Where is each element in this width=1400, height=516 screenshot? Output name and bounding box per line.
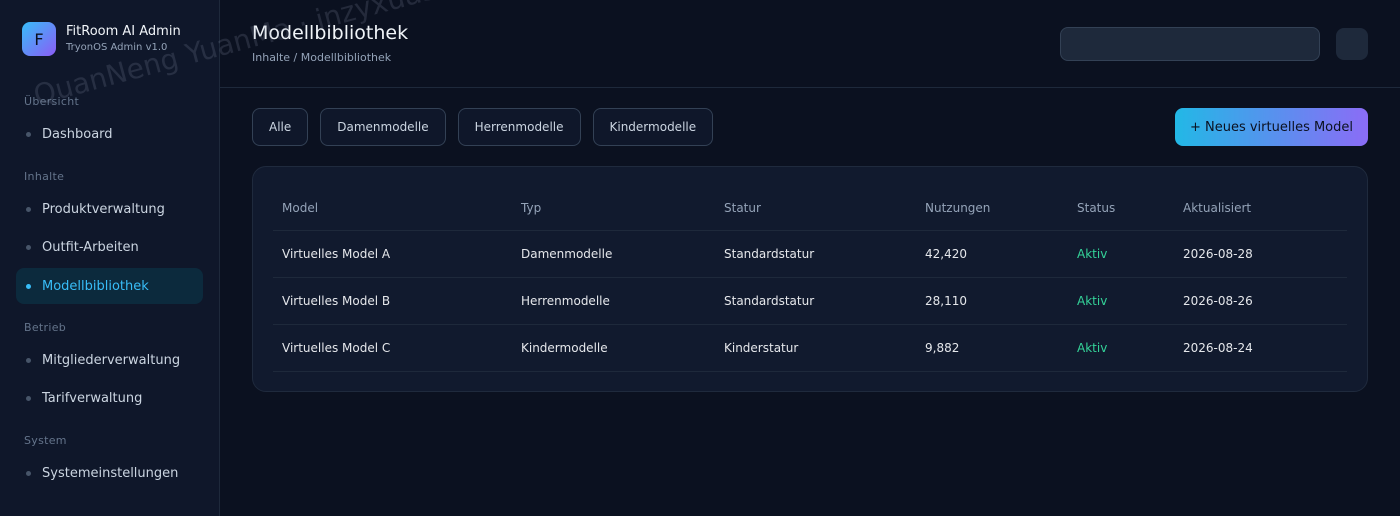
brand-logo: F (22, 22, 56, 56)
table-header-row: Model Typ Statur Nutzungen Status Aktual… (273, 185, 1347, 231)
bullet-icon (26, 206, 31, 212)
sidebar-item-systemeinstellungen[interactable]: Systemeinstellungen (16, 455, 203, 491)
sidebar-item-label: Tarifverwaltung (42, 390, 143, 406)
brand-name: FitRoom AI Admin (66, 24, 181, 39)
column-header-typ: Typ (521, 200, 542, 215)
cell-typ: Damenmodelle (521, 247, 613, 261)
bullet-icon (26, 283, 31, 289)
cell-nutzungen: 9,882 (925, 341, 960, 355)
cell-statur: Standardstatur (724, 247, 815, 261)
cell-model: Virtuelles Model B (282, 294, 391, 308)
status-badge: Aktiv (1077, 294, 1108, 308)
column-header-nutzungen: Nutzungen (925, 200, 991, 215)
page-header: Modellbibliothek Inhalte / Modellbibliot… (220, 0, 1400, 88)
column-header-status: Status (1077, 200, 1116, 215)
column-header-statur: Statur (724, 200, 761, 215)
filter-damenmodelle[interactable]: Damenmodelle (320, 108, 446, 146)
cell-statur: Standardstatur (724, 294, 815, 308)
cell-typ: Kindermodelle (521, 341, 608, 355)
sidebar-item-produktverwaltung[interactable]: Produktverwaltung (16, 191, 203, 227)
sidebar-item-label: Dashboard (42, 126, 113, 142)
cell-model: Virtuelles Model A (282, 247, 391, 261)
cell-typ: Herrenmodelle (521, 294, 610, 308)
cell-aktualisiert: 2026-08-28 (1183, 247, 1253, 261)
sidebar-item-tarifverwaltung[interactable]: Tarifverwaltung (16, 380, 203, 416)
sidebar-item-label: Modellbibliothek (42, 278, 149, 294)
filter-herrenmodelle[interactable]: Herrenmodelle (457, 108, 581, 146)
model-table-card: Model Typ Statur Nutzungen Status Aktual… (252, 166, 1368, 392)
cell-aktualisiert: 2026-08-26 (1183, 294, 1253, 308)
sidebar-item-outfit-arbeiten[interactable]: Outfit-Arbeiten (16, 229, 203, 265)
filter-kindermodelle[interactable]: Kindermodelle (592, 108, 714, 146)
new-model-button[interactable]: + Neues virtuelles Model (1175, 108, 1368, 146)
model-table: Model Typ Statur Nutzungen Status Aktual… (273, 185, 1347, 372)
sidebar-item-modellbibliothek[interactable]: Modellbibliothek (16, 268, 203, 304)
section-label-system: System (24, 434, 67, 447)
bullet-icon (26, 244, 31, 250)
cell-nutzungen: 28,110 (925, 294, 967, 308)
search-input[interactable] (1060, 27, 1320, 61)
header-action-button[interactable] (1336, 28, 1368, 60)
section-label-inhalte: Inhalte (24, 170, 65, 183)
brand: F FitRoom AI Admin TryonOS Admin v1.0 (22, 22, 181, 56)
page-title: Modellbibliothek (252, 22, 409, 44)
filter-alle[interactable]: Alle (252, 108, 309, 146)
table-row[interactable]: Virtuelles Model A Damenmodelle Standard… (273, 231, 1347, 278)
table-row[interactable]: Virtuelles Model B Herrenmodelle Standar… (273, 278, 1347, 325)
bullet-icon (26, 470, 31, 476)
sidebar-item-label: Systemeinstellungen (42, 465, 179, 481)
sidebar-item-label: Produktverwaltung (42, 201, 165, 217)
sidebar-item-dashboard[interactable]: Dashboard (16, 116, 203, 152)
sidebar: F FitRoom AI Admin TryonOS Admin v1.0 Üb… (0, 0, 220, 516)
cell-nutzungen: 42,420 (925, 247, 967, 261)
sidebar-item-label: Outfit-Arbeiten (42, 239, 139, 255)
section-label-uebersicht: Übersicht (24, 95, 80, 108)
filter-bar: Alle Damenmodelle Herrenmodelle Kindermo… (252, 108, 725, 146)
bullet-icon (26, 131, 31, 137)
cell-aktualisiert: 2026-08-24 (1183, 341, 1253, 355)
status-badge: Aktiv (1077, 341, 1108, 355)
column-header-model: Model (282, 200, 319, 215)
table-row[interactable]: Virtuelles Model C Kindermodelle Kinders… (273, 325, 1347, 372)
column-header-aktualisiert: Aktualisiert (1183, 200, 1252, 215)
breadcrumb: Inhalte / Modellbibliothek (252, 51, 392, 64)
cell-model: Virtuelles Model C (282, 341, 391, 355)
cell-statur: Kinderstatur (724, 341, 799, 355)
bullet-icon (26, 357, 31, 363)
status-badge: Aktiv (1077, 247, 1108, 261)
sidebar-item-mitgliederverwaltung[interactable]: Mitgliederverwaltung (16, 342, 203, 378)
section-label-betrieb: Betrieb (24, 321, 67, 334)
bullet-icon (26, 395, 31, 401)
brand-subtitle: TryonOS Admin v1.0 (66, 42, 168, 53)
sidebar-item-label: Mitgliederverwaltung (42, 352, 181, 368)
